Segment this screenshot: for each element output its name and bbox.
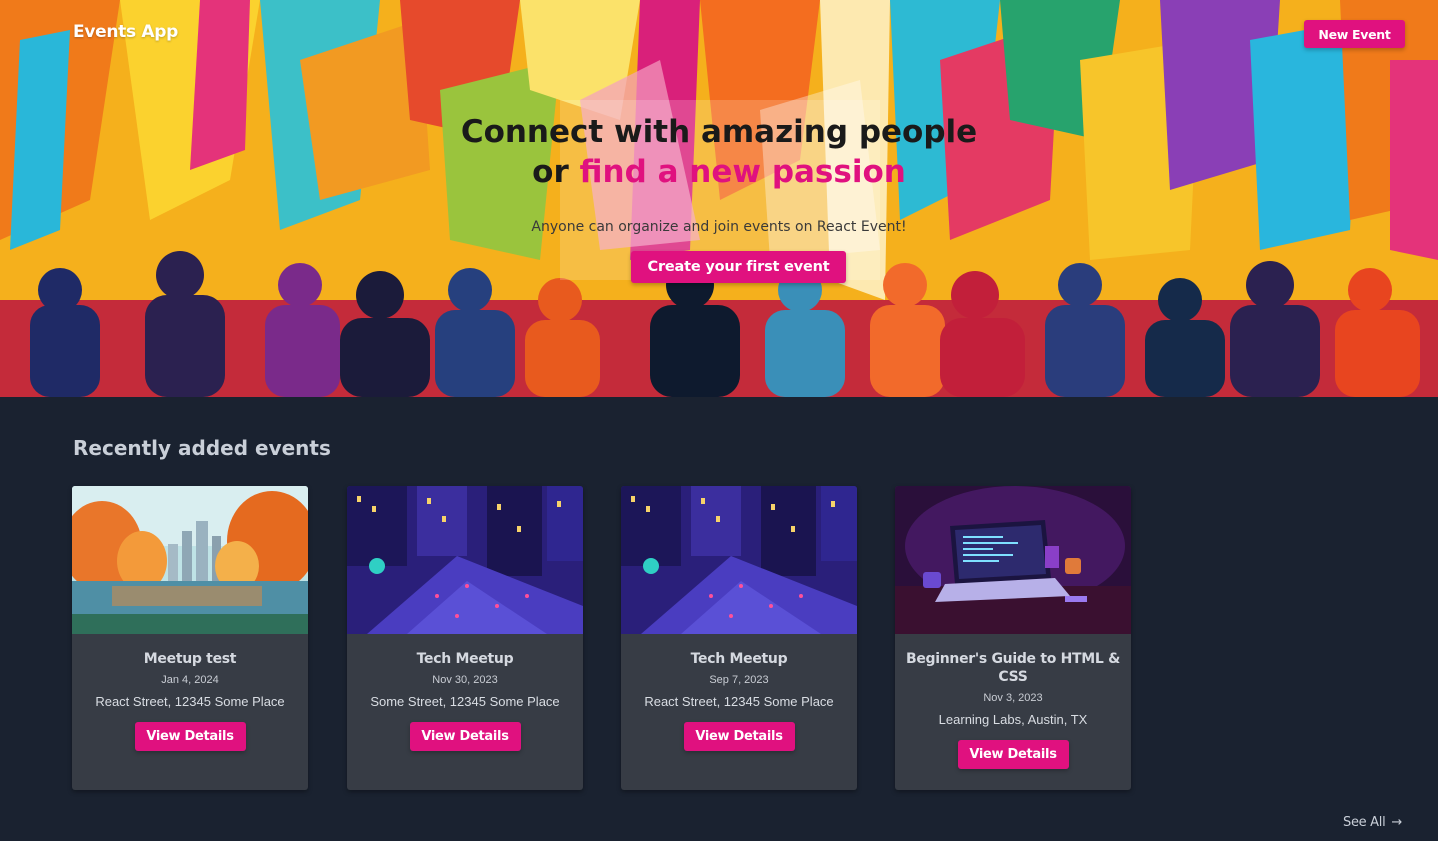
app-brand[interactable]: Events App: [73, 22, 178, 42]
event-image-autumn-park: [72, 486, 308, 634]
event-location: React Street, 12345 Some Place: [644, 694, 834, 709]
see-all-label: See All: [1343, 815, 1386, 830]
event-date: Nov 3, 2023: [983, 692, 1043, 704]
hero-title-prefix: or: [532, 154, 569, 190]
hero-title-highlight: find a new passion: [579, 154, 906, 190]
hero-crowd-illustration: [0, 0, 1438, 397]
event-image-city-night: [347, 486, 583, 634]
event-card-list: Meetup test Jan 4, 2024 React Street, 12…: [72, 486, 1172, 790]
new-event-button[interactable]: New Event: [1304, 20, 1405, 48]
event-title: Meetup test: [143, 651, 237, 667]
event-date: Sep 7, 2023: [709, 674, 769, 686]
arrow-right-icon: →: [1391, 815, 1402, 830]
event-date: Nov 30, 2023: [432, 674, 498, 686]
event-title: Tech Meetup: [690, 651, 788, 667]
event-title: Beginner's Guide to HTML & CSS: [905, 651, 1121, 685]
event-image-laptop-desk: [895, 486, 1131, 634]
hero-banner: Events App New Event Connect with amazin…: [0, 0, 1438, 397]
view-details-button[interactable]: View Details: [957, 740, 1069, 769]
event-location: React Street, 12345 Some Place: [95, 694, 285, 709]
event-date: Jan 4, 2024: [161, 674, 219, 686]
event-card: Beginner's Guide to HTML & CSS Nov 3, 20…: [895, 486, 1131, 790]
view-details-button[interactable]: View Details: [683, 722, 795, 751]
event-title: Tech Meetup: [416, 651, 514, 667]
hero-title-line1: Connect with amazing people: [460, 114, 978, 150]
event-card: Meetup test Jan 4, 2024 React Street, 12…: [72, 486, 308, 790]
view-details-button[interactable]: View Details: [409, 722, 521, 751]
event-image-city-night: [621, 486, 857, 634]
see-all-link[interactable]: See All →: [1343, 815, 1402, 830]
event-location: Learning Labs, Austin, TX: [938, 712, 1088, 727]
event-card: Tech Meetup Sep 7, 2023 React Street, 12…: [621, 486, 857, 790]
hero-subtitle: Anyone can organize and join events on R…: [531, 219, 907, 235]
section-title: Recently added events: [73, 436, 331, 460]
view-details-button[interactable]: View Details: [134, 722, 246, 751]
event-location: Some Street, 12345 Some Place: [370, 694, 560, 709]
hero-title: Connect with amazing people or find a ne…: [0, 112, 1438, 192]
create-first-event-button[interactable]: Create your first event: [631, 251, 846, 283]
event-card: Tech Meetup Nov 30, 2023 Some Street, 12…: [347, 486, 583, 790]
